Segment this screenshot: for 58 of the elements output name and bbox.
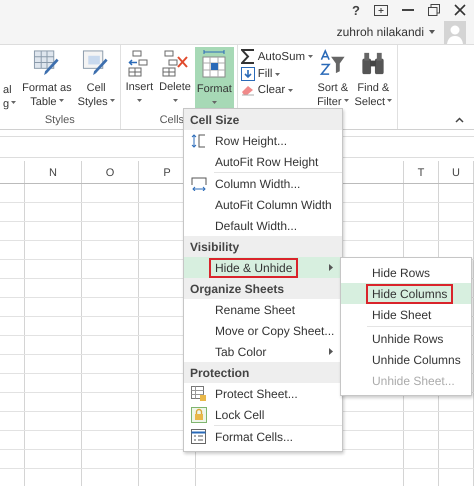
- group-label: Styles: [44, 114, 75, 128]
- menu-item[interactable]: Hide Rows: [341, 262, 471, 283]
- menu-section-header: Protection: [184, 362, 342, 383]
- menu-item[interactable]: Move or Copy Sheet...: [184, 320, 342, 341]
- menu-item[interactable]: Format Cells...: [184, 426, 342, 447]
- help-button[interactable]: ?: [352, 2, 360, 18]
- menu-item[interactable]: Hide & Unhide: [184, 257, 342, 278]
- sort-filter-icon: [318, 49, 347, 78]
- menu-section-header: Visibility: [184, 236, 342, 257]
- ribbon-button[interactable]: Fill: [240, 67, 314, 81]
- menu-item[interactable]: Hide Sheet: [341, 304, 471, 325]
- restore-icon[interactable]: [428, 4, 440, 16]
- menu-item[interactable]: Row Height...: [184, 130, 342, 151]
- ribbon-button[interactable]: al g: [3, 47, 18, 111]
- eraser-icon: [240, 84, 255, 96]
- menu-item[interactable]: Default Width...: [184, 215, 342, 236]
- close-icon[interactable]: [454, 4, 466, 16]
- table-brush-icon: [32, 49, 61, 78]
- column-header[interactable]: O: [82, 161, 139, 183]
- dropdown-caret-icon[interactable]: [429, 30, 435, 34]
- delete-cells-icon: [161, 49, 190, 77]
- ribbon-button[interactable]: Sort & Filter: [315, 47, 351, 111]
- ribbon-button[interactable]: Find & Select: [352, 47, 394, 111]
- ribbon-display-icon[interactable]: [374, 4, 388, 16]
- group-label: Cells: [160, 114, 184, 128]
- padlock-icon: [190, 406, 206, 422]
- menu-item[interactable]: Protect Sheet...: [184, 383, 342, 404]
- ribbon-button[interactable]: AutoSum: [240, 49, 314, 64]
- menu-section-header: Organize Sheets: [184, 278, 342, 299]
- menu-item[interactable]: Lock Cell: [184, 404, 342, 425]
- ribbon-button[interactable]: Cell Styles: [76, 47, 117, 111]
- ribbon-button[interactable]: Clear: [240, 84, 314, 96]
- column-header[interactable]: T: [404, 161, 439, 183]
- ribbon-button[interactable]: Format: [194, 47, 234, 111]
- format-cells-icon: [191, 429, 206, 444]
- menu-section-header: Cell Size: [184, 109, 342, 130]
- ribbon-button[interactable]: Insert: [124, 47, 156, 111]
- sigma-icon: [240, 49, 255, 64]
- format-cells-icon: [200, 49, 228, 79]
- row-height-icon: [190, 134, 206, 148]
- menu-item[interactable]: Rename Sheet: [184, 299, 342, 320]
- cell-brush-icon: [82, 49, 110, 78]
- menu-item[interactable]: AutoFit Column Width: [184, 194, 342, 215]
- column-header[interactable]: N: [25, 161, 82, 183]
- down-arrow-icon: [240, 67, 255, 81]
- submenu-arrow-icon: [329, 348, 333, 355]
- menu-item[interactable]: Unhide Columns: [341, 349, 471, 370]
- sheet-lock-icon: [190, 386, 206, 402]
- submenu-arrow-icon: [329, 264, 333, 271]
- ribbon-button[interactable]: Delete: [157, 47, 193, 111]
- ribbon-button[interactable]: Format as Table: [20, 47, 74, 111]
- menu-item[interactable]: Tab Color: [184, 341, 342, 362]
- menu-item[interactable]: Unhide Rows: [341, 328, 471, 349]
- account-name[interactable]: zuhroh nilakandi: [336, 25, 424, 39]
- menu-item[interactable]: Hide Columns: [341, 283, 471, 304]
- column-width-icon: [190, 176, 206, 190]
- collapse-ribbon-icon[interactable]: [455, 117, 464, 123]
- column-header[interactable]: U: [439, 161, 474, 183]
